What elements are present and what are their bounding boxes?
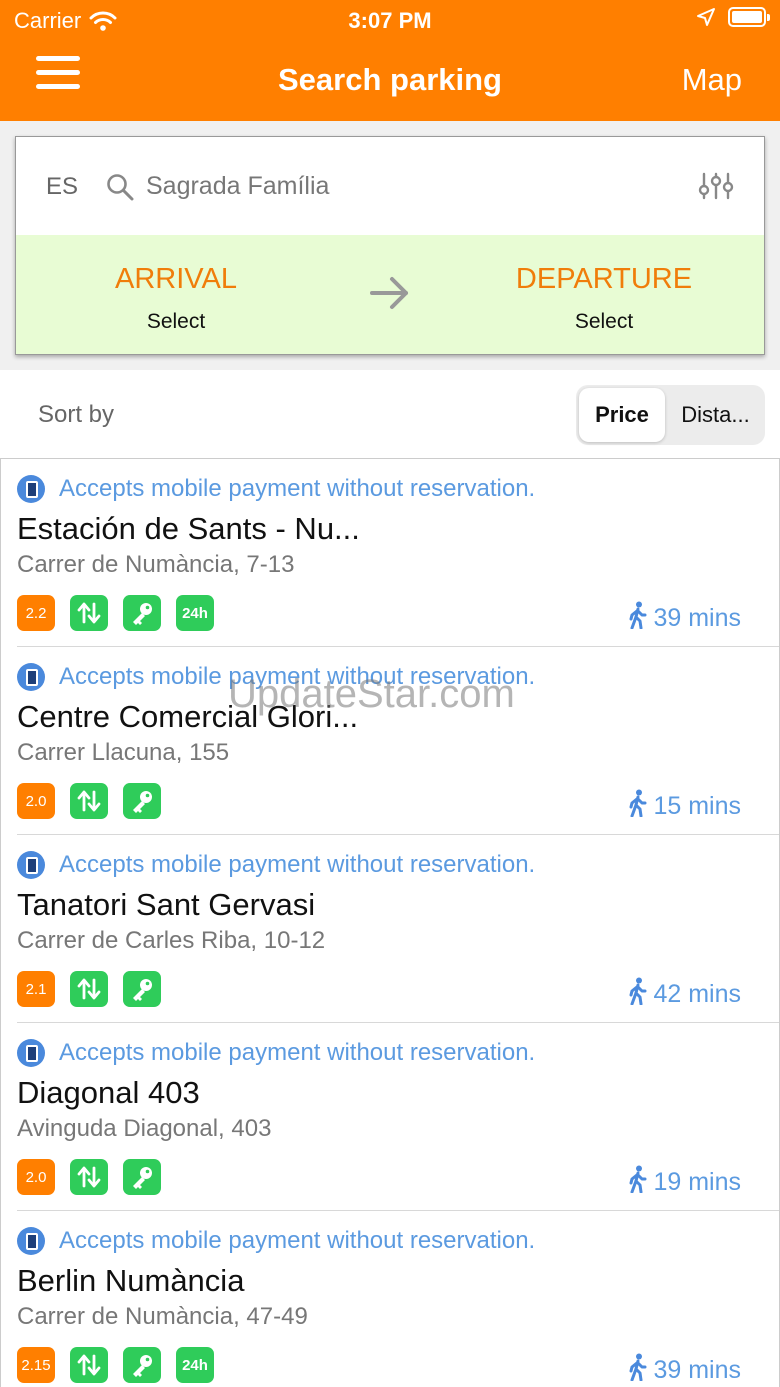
walking-icon bbox=[627, 1353, 649, 1387]
rating-badge: 2.15 bbox=[17, 1347, 55, 1383]
walking-time: 15 mins bbox=[627, 789, 741, 824]
location-arrow-icon bbox=[697, 8, 715, 26]
results-list[interactable]: Accepts mobile payment without reservati… bbox=[0, 458, 780, 1387]
walking-time-label: 42 mins bbox=[653, 980, 741, 1008]
search-card: ES ARRIVAL Select DEPARTURE Select bbox=[15, 136, 765, 355]
walking-icon bbox=[627, 977, 649, 1012]
departure-value: Select bbox=[574, 310, 634, 333]
result-row[interactable]: Accepts mobile payment without reservati… bbox=[1, 1211, 779, 1387]
mobile-payment-icon bbox=[17, 663, 45, 691]
search-input[interactable] bbox=[146, 165, 666, 207]
result-row[interactable]: Accepts mobile payment without reservati… bbox=[1, 647, 779, 835]
sort-segmented-control: Price Dista... bbox=[576, 385, 765, 445]
filter-sliders-icon[interactable] bbox=[696, 171, 736, 201]
result-title: Tanatori Sant Gervasi bbox=[17, 887, 316, 922]
result-title: Diagonal 403 bbox=[17, 1075, 200, 1110]
payment-info: Accepts mobile payment without reservati… bbox=[17, 475, 535, 503]
result-address: Carrer Llacuna, 155 bbox=[17, 739, 230, 766]
result-title: Centre Comercial Glori... bbox=[17, 699, 359, 734]
result-row[interactable]: Accepts mobile payment without reservati… bbox=[1, 835, 779, 1023]
open-24h-badge: 24h bbox=[176, 595, 214, 631]
key-icon bbox=[123, 971, 161, 1007]
payment-text: Accepts mobile payment without reservati… bbox=[59, 1227, 536, 1254]
result-address: Carrer de Numància, 47-49 bbox=[17, 1303, 308, 1330]
feature-badges: 2.1 bbox=[17, 971, 161, 1007]
result-address: Carrer de Numància, 7-13 bbox=[17, 551, 295, 578]
times-row: ARRIVAL Select DEPARTURE Select bbox=[16, 235, 764, 354]
departure-selector[interactable]: DEPARTURE Select bbox=[454, 263, 754, 334]
key-icon bbox=[123, 1159, 161, 1195]
arrival-value: Select bbox=[146, 310, 206, 333]
feature-badges: 2.0 bbox=[17, 783, 161, 819]
key-icon bbox=[123, 1347, 161, 1383]
walking-time-label: 19 mins bbox=[653, 1168, 741, 1196]
page-title: Search parking bbox=[278, 62, 502, 97]
payment-text: Accepts mobile payment without reservati… bbox=[59, 475, 536, 502]
rating-badge: 2.0 bbox=[17, 783, 55, 819]
walking-time: 39 mins bbox=[627, 601, 741, 636]
walking-time: 19 mins bbox=[627, 1165, 741, 1200]
navbar: Search parking Map bbox=[0, 42, 780, 118]
walking-time-label: 39 mins bbox=[653, 1356, 741, 1384]
elevator-icon bbox=[70, 1159, 108, 1195]
walking-time-label: 15 mins bbox=[653, 792, 741, 820]
walking-icon bbox=[627, 789, 649, 824]
map-button[interactable]: Map bbox=[682, 62, 742, 98]
payment-text: Accepts mobile payment without reservati… bbox=[59, 1039, 536, 1066]
payment-info: Accepts mobile payment without reservati… bbox=[17, 663, 535, 691]
rating-badge: 2.0 bbox=[17, 1159, 55, 1195]
result-address: Avinguda Diagonal, 403 bbox=[17, 1115, 272, 1142]
payment-info: Accepts mobile payment without reservati… bbox=[17, 851, 535, 879]
walking-icon bbox=[627, 601, 649, 636]
elevator-icon bbox=[70, 783, 108, 819]
feature-badges: 2.2 24h bbox=[17, 595, 214, 631]
result-title: Estación de Sants - Nu... bbox=[17, 511, 360, 546]
status-time: 3:07 PM bbox=[348, 8, 432, 33]
mobile-payment-icon bbox=[17, 1039, 45, 1067]
status-right bbox=[696, 7, 770, 27]
walking-time: 42 mins bbox=[627, 977, 741, 1012]
open-24h-badge: 24h bbox=[176, 1347, 214, 1383]
country-selector[interactable]: ES bbox=[46, 173, 78, 201]
elevator-icon bbox=[70, 595, 108, 631]
result-address: Carrer de Carles Riba, 10-12 bbox=[17, 927, 326, 954]
walking-time: 39 mins bbox=[627, 1353, 741, 1387]
arrow-right-icon bbox=[370, 277, 408, 309]
departure-label: DEPARTURE bbox=[515, 263, 693, 295]
result-title: Berlin Numància bbox=[17, 1263, 245, 1298]
feature-badges: 2.0 bbox=[17, 1159, 161, 1195]
search-icon bbox=[107, 174, 134, 201]
payment-info: Accepts mobile payment without reservati… bbox=[17, 1039, 535, 1067]
sort-option-distance[interactable]: Dista... bbox=[668, 388, 763, 442]
payment-text: Accepts mobile payment without reservati… bbox=[59, 851, 536, 878]
key-icon bbox=[123, 595, 161, 631]
rating-badge: 2.2 bbox=[17, 595, 55, 631]
arrival-label: ARRIVAL bbox=[115, 263, 237, 295]
sort-option-price[interactable]: Price bbox=[579, 388, 665, 442]
elevator-icon bbox=[70, 1347, 108, 1383]
status-bar: Carrier 3:07 PM bbox=[0, 0, 780, 40]
header: Carrier 3:07 PM Search parking Map bbox=[0, 0, 780, 121]
feature-badges: 2.15 24h bbox=[17, 1347, 214, 1383]
payment-text: Accepts mobile payment without reservati… bbox=[59, 663, 536, 690]
mobile-payment-icon bbox=[17, 475, 45, 503]
mobile-payment-icon bbox=[17, 851, 45, 879]
payment-info: Accepts mobile payment without reservati… bbox=[17, 1227, 535, 1255]
walking-time-label: 39 mins bbox=[653, 604, 741, 632]
arrival-selector[interactable]: ARRIVAL Select bbox=[26, 263, 326, 334]
rating-badge: 2.1 bbox=[17, 971, 55, 1007]
result-row[interactable]: Accepts mobile payment without reservati… bbox=[1, 459, 779, 647]
battery-icon bbox=[728, 7, 770, 27]
sort-bar: Sort by Price Dista... bbox=[0, 370, 780, 458]
sort-label: Sort by bbox=[38, 401, 115, 428]
search-row: ES bbox=[16, 137, 764, 235]
mobile-payment-icon bbox=[17, 1227, 45, 1255]
key-icon bbox=[123, 783, 161, 819]
result-row[interactable]: Accepts mobile payment without reservati… bbox=[1, 1023, 779, 1211]
elevator-icon bbox=[70, 971, 108, 1007]
walking-icon bbox=[627, 1165, 649, 1200]
